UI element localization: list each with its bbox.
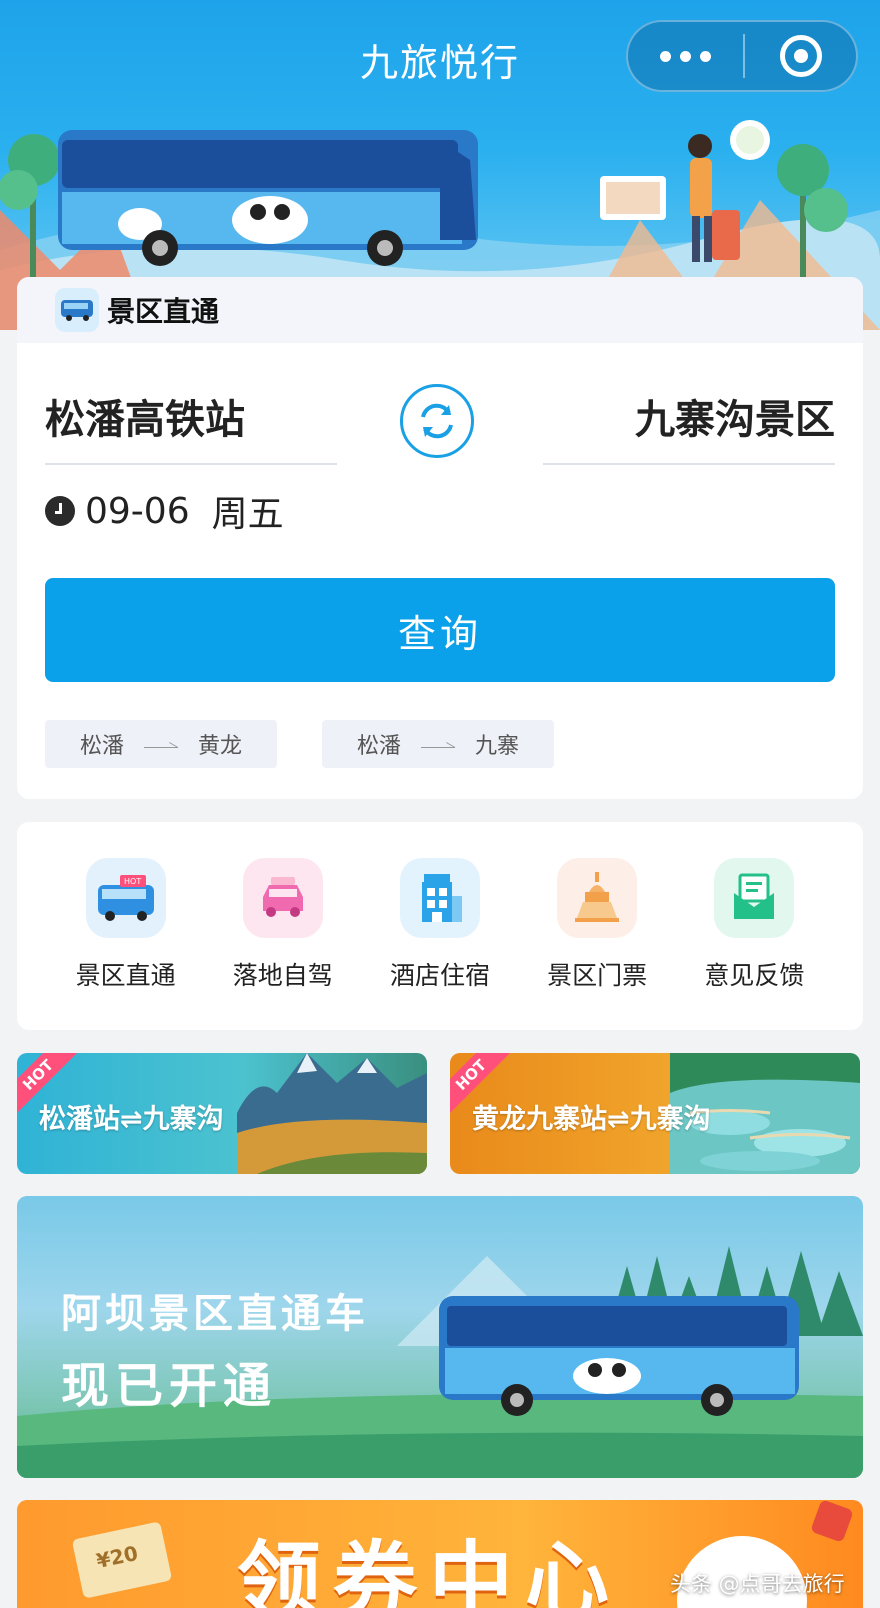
service-scenic-direct[interactable]: HOT 景区直通 xyxy=(56,858,196,1030)
temple-icon xyxy=(557,858,638,938)
quick-route-from: 松潘 xyxy=(79,734,124,759)
date-selector[interactable]: 09-06 周五 xyxy=(45,485,284,537)
quick-route-1[interactable]: 松潘 黄龙 xyxy=(45,720,277,768)
watermark: 头条 @点哥去旅行 xyxy=(670,1572,845,1596)
banner-line2: 现已开通 xyxy=(61,1358,278,1414)
hotel-icon xyxy=(399,858,480,938)
ribbon-icon xyxy=(810,1500,854,1543)
service-grid: HOT 景区直通 落地自驾 酒店住宿 景区门票 意见反馈 xyxy=(17,822,863,1030)
service-label: 酒店住宿 xyxy=(389,961,490,990)
coupon-title: 领券中心 xyxy=(237,1532,622,1608)
search-card-header: 景区直通 xyxy=(17,277,863,343)
svg-text:HOT: HOT xyxy=(124,877,141,886)
quick-route-to: 九寨 xyxy=(475,734,520,759)
service-feedback[interactable]: 意见反馈 xyxy=(684,858,824,1030)
mountain-lake-image xyxy=(237,1053,427,1174)
bus-hot-icon: HOT xyxy=(85,858,166,938)
aba-shuttle-banner[interactable]: 阿坝景区直通车 现已开通 xyxy=(17,1196,863,1478)
service-label: 意见反馈 xyxy=(704,961,805,990)
service-self-drive[interactable]: 落地自驾 xyxy=(213,858,353,1030)
travel-date: 09-06 xyxy=(85,490,190,532)
query-button[interactable]: 查询 xyxy=(45,578,835,682)
banner-line1: 阿坝景区直通车 xyxy=(61,1291,369,1337)
quick-route-2[interactable]: 松潘 九寨 xyxy=(322,720,554,768)
service-label: 落地自驾 xyxy=(232,961,333,990)
feedback-mail-icon xyxy=(714,858,795,938)
to-underline xyxy=(543,463,835,465)
from-station[interactable]: 松潘高铁站 xyxy=(45,387,245,445)
target-circle-icon[interactable] xyxy=(745,35,856,77)
promo-huanglong-jiuzhaigou[interactable]: HOT 黄龙九寨站⇌九寨沟 xyxy=(450,1053,860,1174)
promo-text: 黄龙九寨站⇌九寨沟 xyxy=(472,1104,711,1135)
tab-scenic-direct[interactable]: 景区直通 xyxy=(107,290,219,330)
service-label: 景区直通 xyxy=(75,961,176,990)
travel-weekday: 周五 xyxy=(211,494,284,535)
car-icon xyxy=(242,858,323,938)
service-tickets[interactable]: 景区门票 xyxy=(527,858,667,1030)
service-hotel[interactable]: 酒店住宿 xyxy=(370,858,510,1030)
search-card: 景区直通 松潘高铁站 九寨沟景区 09-06 周五 查询 松潘 黄龙 松潘 九寨 xyxy=(17,277,863,799)
quick-route-from: 松潘 xyxy=(356,734,401,759)
swap-stations-button[interactable] xyxy=(400,384,474,458)
mini-program-capsule xyxy=(626,20,858,92)
bus-icon xyxy=(55,288,99,332)
arrow-right-icon xyxy=(421,738,455,750)
from-underline xyxy=(45,463,337,465)
arrow-right-icon xyxy=(144,738,178,750)
swap-icon xyxy=(421,403,453,439)
promo-songpan-jiuzhaigou[interactable]: HOT 松潘站⇌九寨沟 xyxy=(17,1053,427,1174)
promo-text: 松潘站⇌九寨沟 xyxy=(39,1104,224,1135)
to-station[interactable]: 九寨沟景区 xyxy=(635,387,835,445)
quick-route-to: 黄龙 xyxy=(198,734,243,759)
more-dots-icon[interactable] xyxy=(628,50,743,62)
coupon-ticket-icon: ¥20 xyxy=(71,1521,173,1599)
service-label: 景区门票 xyxy=(547,961,648,990)
clock-icon xyxy=(45,496,75,526)
